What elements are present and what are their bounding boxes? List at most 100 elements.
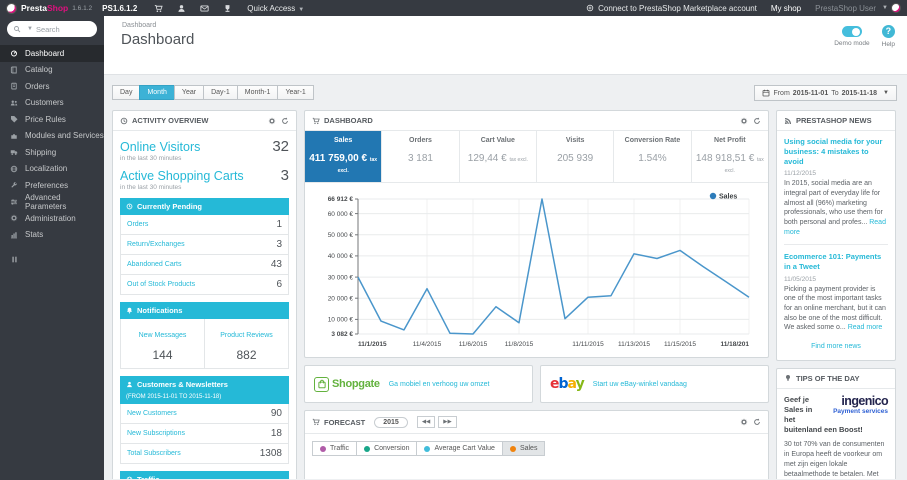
sidebar-item-administration[interactable]: Administration (0, 210, 104, 227)
svg-text:66 912 €: 66 912 € (328, 196, 354, 203)
pending-orders-link[interactable]: Orders (127, 221, 148, 228)
avg-cart-dot-icon (424, 445, 431, 452)
news-article-excerpt: In 2015, social media are an integral pa… (784, 180, 886, 236)
breadcrumb: Dashboard (122, 22, 157, 29)
marketplace-connect-link[interactable]: Connect to PrestaShop Marketplace accoun… (586, 4, 757, 13)
svg-text:11/11/2015: 11/11/2015 (572, 341, 604, 348)
active-carts-sub: in the last 30 minutes (120, 184, 182, 191)
read-more-link[interactable]: Read more (848, 324, 883, 331)
legend-sales-button[interactable]: Sales (501, 441, 546, 456)
legend-conversion-button[interactable]: Conversion (356, 441, 418, 456)
news-article-excerpt: Picking a payment provider is one of the… (784, 285, 886, 332)
panel-title: DASHBOARD (324, 116, 373, 125)
legend-traffic-button[interactable]: Traffic (312, 441, 358, 456)
svg-text:11/15/2015: 11/15/2015 (664, 341, 696, 348)
trophy-icon[interactable] (223, 4, 232, 13)
globe-icon (10, 165, 18, 173)
sidebar-item-stats[interactable]: Stats (0, 227, 104, 244)
sidebar-item-modules[interactable]: Modules and Services (0, 128, 104, 145)
range-day-button[interactable]: Day (112, 85, 141, 100)
new-messages-link[interactable]: New Messages (139, 332, 187, 339)
news-article-title[interactable]: Using social media for your business: 4 … (784, 137, 888, 166)
kpi-cart-value[interactable]: Cart Value 129,44 € tax excl. (460, 131, 537, 182)
find-more-news-link[interactable]: Find more news (784, 343, 888, 350)
ebay-logo: ebay (550, 376, 585, 392)
forecast-panel: FORECAST 2015 ◀◀ ▶▶ Traffic Conversion A… (304, 410, 769, 479)
sidebar-item-catalog[interactable]: Catalog (0, 62, 104, 79)
sidebar-item-price-rules[interactable]: Price Rules (0, 111, 104, 128)
out-of-stock-link[interactable]: Out of Stock Products (127, 281, 195, 288)
panel-title: TIPS OF THE DAY (796, 373, 860, 383)
sidebar-item-orders[interactable]: Orders (0, 78, 104, 95)
abandoned-carts-link[interactable]: Abandoned Carts (127, 261, 181, 268)
kpi-strip: Sales 411 759,00 € tax excl. Orders 3 181 … (305, 131, 768, 183)
new-customers-link[interactable]: New Customers (127, 410, 177, 417)
sidebar-item-customers[interactable]: Customers (0, 95, 104, 112)
quick-access-menu[interactable]: Quick Access ▼ (247, 4, 304, 13)
prestashop-logo[interactable]: PrestaShop 1.6.1.2 (0, 2, 98, 14)
online-visitors-link[interactable]: Online Visitors (120, 140, 200, 154)
gear-icon[interactable] (740, 418, 748, 426)
panel-title: ACTIVITY OVERVIEW (132, 116, 209, 125)
help-icon[interactable]: ? (881, 25, 895, 38)
range-month-button[interactable]: Month (139, 85, 175, 100)
total-subscribers-link[interactable]: Total Subscribers (127, 450, 181, 457)
my-shop-link[interactable]: My shop (771, 4, 801, 13)
sales-chart: 66 912 € 60 000 € 50 000 € 40 000 € 30 000 €… (305, 183, 768, 357)
product-reviews-cell: Product Reviews 882 (204, 319, 288, 368)
product-reviews-link[interactable]: Product Reviews (220, 332, 273, 339)
date-range-picker[interactable]: From 2015-11-01 To 2015-11-18 ▼ (754, 85, 897, 101)
sidebar-item-localization[interactable]: Localization (0, 161, 104, 178)
sidebar-item-advanced-parameters[interactable]: Advanced Parameters (0, 193, 104, 211)
active-carts-link[interactable]: Active Shopping Carts (120, 169, 244, 183)
demo-mode-label: Demo mode (834, 40, 870, 47)
range-year-1-button[interactable]: Year-1 (277, 85, 314, 100)
user-menu[interactable]: PrestaShop User ▼ (815, 3, 901, 13)
page-header: Dashboard Dashboard Demo mode ? Help (104, 16, 907, 75)
pending-rows: Orders 1 Return/Exchanges 3 Abandoned Cart… (120, 215, 289, 295)
bell-icon (126, 307, 133, 314)
pending-returns-link[interactable]: Return/Exchanges (127, 241, 185, 248)
notifications-header: Notifications (120, 302, 289, 319)
gear-icon[interactable] (740, 117, 748, 125)
gear-icon[interactable] (268, 117, 276, 125)
sidebar-search-input[interactable]: ▼ Search (7, 21, 97, 37)
chevron-down-icon: ▼ (883, 90, 889, 96)
new-subscriptions-link[interactable]: New Subscriptions (127, 430, 185, 437)
refresh-icon[interactable] (281, 117, 289, 125)
ebay-promo-link[interactable]: Start uw eBay-winkel vandaag (593, 381, 687, 388)
forecast-prev-button[interactable]: ◀◀ (416, 416, 436, 428)
kpi-orders[interactable]: Orders 3 181 (382, 131, 460, 182)
prestashop-logo-icon (6, 2, 17, 14)
cart-icon[interactable] (154, 4, 163, 13)
sidebar-item-shipping[interactable]: Shipping (0, 144, 104, 161)
forecast-next-button[interactable]: ▶▶ (438, 416, 457, 428)
kpi-sales[interactable]: Sales 411 759,00 € tax excl. (305, 131, 383, 182)
kpi-conversion-rate[interactable]: Conversion Rate 1.54% (614, 131, 692, 182)
top-bar: PrestaShop 1.6.1.2 PS1.6.1.2 Quick Acces… (0, 0, 907, 16)
brand-version: 1.6.1.2 (72, 4, 93, 12)
shopgate-promo-card: Shopgate Ga mobiel en verhoog uw omzet (304, 365, 533, 403)
range-day-1-button[interactable]: Day-1 (203, 85, 238, 100)
divider (784, 244, 888, 246)
news-article-title[interactable]: Ecommerce 101: Payments in a Tweet (784, 252, 888, 272)
shopgate-promo-link[interactable]: Ga mobiel en verhoog uw omzet (389, 381, 490, 388)
refresh-icon[interactable] (753, 418, 761, 426)
sidebar-item-dashboard[interactable]: Dashboard (0, 45, 104, 62)
date-from: 2015-11-01 (792, 89, 829, 97)
range-year-button[interactable]: Year (173, 85, 205, 100)
svg-text:Sales: Sales (719, 194, 737, 201)
sidebar-collapse-icon[interactable] (10, 255, 19, 264)
kpi-visits[interactable]: Visits 205 939 (537, 131, 615, 182)
legend-average-cart-value-button[interactable]: Average Cart Value (416, 441, 503, 456)
clipboard-icon (10, 82, 18, 90)
messages-icon[interactable] (200, 4, 209, 13)
customer-icon[interactable] (177, 4, 186, 13)
active-carts-value: 3 (280, 167, 289, 184)
sidebar-item-preferences[interactable]: Preferences (0, 177, 104, 194)
demo-mode-toggle[interactable] (841, 26, 862, 37)
range-month-1-button[interactable]: Month-1 (236, 85, 279, 100)
sliders-icon (10, 198, 18, 206)
kpi-net-profit[interactable]: Net Profit 148 918,51 € tax excl. (692, 131, 768, 182)
refresh-icon[interactable] (753, 117, 761, 125)
